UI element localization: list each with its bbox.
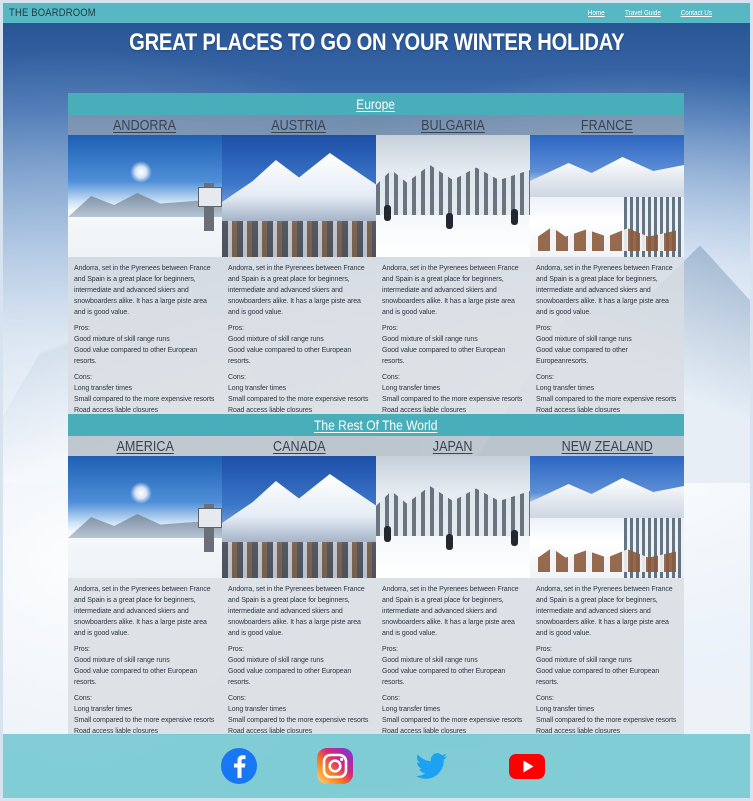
resort-cons: Cons: Long transfer times Small compared… [74, 695, 215, 735]
resort-photo [376, 135, 530, 257]
resort-info: Andorra, set in the Pyrenees between Fra… [376, 578, 530, 735]
resort-card: FRANCE Andorra, set in the Pyrenees betw… [530, 115, 684, 414]
resort-name[interactable]: CANADA [222, 436, 376, 456]
resort-cons: Cons: Long transfer times Small compared… [536, 695, 677, 735]
resort-photo [530, 135, 684, 257]
resort-pros: Pros: Good mixture of skill range runs G… [382, 325, 506, 365]
resort-name[interactable]: ANDORRA [68, 115, 222, 135]
resort-pros: Pros: Good mixture of skill range runs G… [228, 325, 352, 365]
resort-photo [376, 456, 530, 578]
resort-cons: Cons: Long transfer times Small compared… [228, 695, 369, 735]
section-title: Europe [68, 93, 684, 115]
resort-card: NEW ZEALAND Andorra, set in the Pyrenees… [530, 436, 684, 735]
resort-name[interactable]: AUSTRIA [222, 115, 376, 135]
navbar: THE BOARDROOM Home Travel Guide Contact … [3, 3, 750, 23]
resort-photo [68, 456, 222, 578]
resort-card: AUSTRIA Andorra, set in the Pyrenees bet… [222, 115, 376, 414]
resort-card: JAPAN Andorra, set in the Pyrenees betwe… [376, 436, 530, 735]
resort-name[interactable]: NEW ZEALAND [530, 436, 684, 456]
resort-name[interactable]: AMERICA [68, 436, 222, 456]
page-title: GREAT PLACES TO GO ON YOUR WINTER HOLIDA… [128, 29, 625, 56]
resort-info: Andorra, set in the Pyrenees between Fra… [68, 257, 222, 414]
resort-photo [222, 135, 376, 257]
resort-card: BULGARIA Andorra, set in the Pyrenees be… [376, 115, 530, 414]
section-europe: Europe ANDORRA Andorra, set in the Pyren… [68, 93, 684, 414]
resort-grid: ANDORRA Andorra, set in the Pyrenees bet… [68, 115, 684, 414]
resort-pros: Pros: Good mixture of skill range runs G… [536, 646, 660, 686]
resort-pros: Pros: Good mixture of skill range runs G… [228, 646, 352, 686]
resort-cons: Cons: Long transfer times Small compared… [382, 374, 523, 414]
resort-card: CANADA Andorra, set in the Pyrenees betw… [222, 436, 376, 735]
page-background: THE BOARDROOM Home Travel Guide Contact … [3, 3, 750, 798]
resort-pros: Pros: Good mixture of skill range runs G… [536, 325, 632, 365]
resort-description: Andorra, set in the Pyrenees between Fra… [74, 265, 211, 316]
resort-description: Andorra, set in the Pyrenees between Fra… [228, 586, 365, 637]
resort-pros: Pros: Good mixture of skill range runs G… [74, 325, 198, 365]
resort-cons: Cons: Long transfer times Small compared… [536, 374, 677, 414]
resort-description: Andorra, set in the Pyrenees between Fra… [536, 586, 673, 637]
resort-photo [222, 456, 376, 578]
resort-description: Andorra, set in the Pyrenees between Fra… [382, 586, 519, 637]
resort-info: Andorra, set in the Pyrenees between Fra… [376, 257, 530, 414]
nav-link-contact-us[interactable]: Contact Us [681, 10, 712, 17]
nav-link-travel-guide[interactable]: Travel Guide [625, 10, 661, 17]
resort-cons: Cons: Long transfer times Small compared… [228, 374, 369, 414]
nav-link-home[interactable]: Home [588, 10, 605, 17]
facebook-icon[interactable] [220, 747, 258, 785]
resort-name[interactable]: FRANCE [530, 115, 684, 135]
resort-info: Andorra, set in the Pyrenees between Fra… [530, 578, 684, 735]
resort-name[interactable]: JAPAN [376, 436, 530, 456]
resort-pros: Pros: Good mixture of skill range runs G… [74, 646, 198, 686]
resort-grid: AMERICA Andorra, set in the Pyrenees bet… [68, 436, 684, 735]
resort-cons: Cons: Long transfer times Small compared… [382, 695, 523, 735]
resort-photo [68, 135, 222, 257]
brand-logo[interactable]: THE BOARDROOM [9, 7, 96, 19]
section-rest-of-world: The Rest Of The World AMERICA Andorra, s… [68, 414, 684, 735]
resort-name[interactable]: BULGARIA [376, 115, 530, 135]
resort-info: Andorra, set in the Pyrenees between Fra… [68, 578, 222, 735]
instagram-icon[interactable] [316, 747, 354, 785]
resort-description: Andorra, set in the Pyrenees between Fra… [74, 586, 211, 637]
resort-pros: Pros: Good mixture of skill range runs G… [382, 646, 506, 686]
resort-photo [530, 456, 684, 578]
resort-card: ANDORRA Andorra, set in the Pyrenees bet… [68, 115, 222, 414]
resort-description: Andorra, set in the Pyrenees between Fra… [228, 265, 365, 316]
resort-description: Andorra, set in the Pyrenees between Fra… [382, 265, 519, 316]
resort-card: AMERICA Andorra, set in the Pyrenees bet… [68, 436, 222, 735]
resort-info: Andorra, set in the Pyrenees between Fra… [222, 578, 376, 735]
nav-links: Home Travel Guide Contact Us [587, 10, 744, 17]
section-title: The Rest Of The World [68, 414, 684, 436]
resort-info: Andorra, set in the Pyrenees between Fra… [530, 257, 684, 414]
youtube-icon[interactable] [508, 747, 546, 785]
footer [3, 734, 750, 798]
resort-cons: Cons: Long transfer times Small compared… [74, 374, 215, 414]
resort-description: Andorra, set in the Pyrenees between Fra… [536, 265, 673, 316]
resort-info: Andorra, set in the Pyrenees between Fra… [222, 257, 376, 414]
twitter-icon[interactable] [412, 747, 450, 785]
